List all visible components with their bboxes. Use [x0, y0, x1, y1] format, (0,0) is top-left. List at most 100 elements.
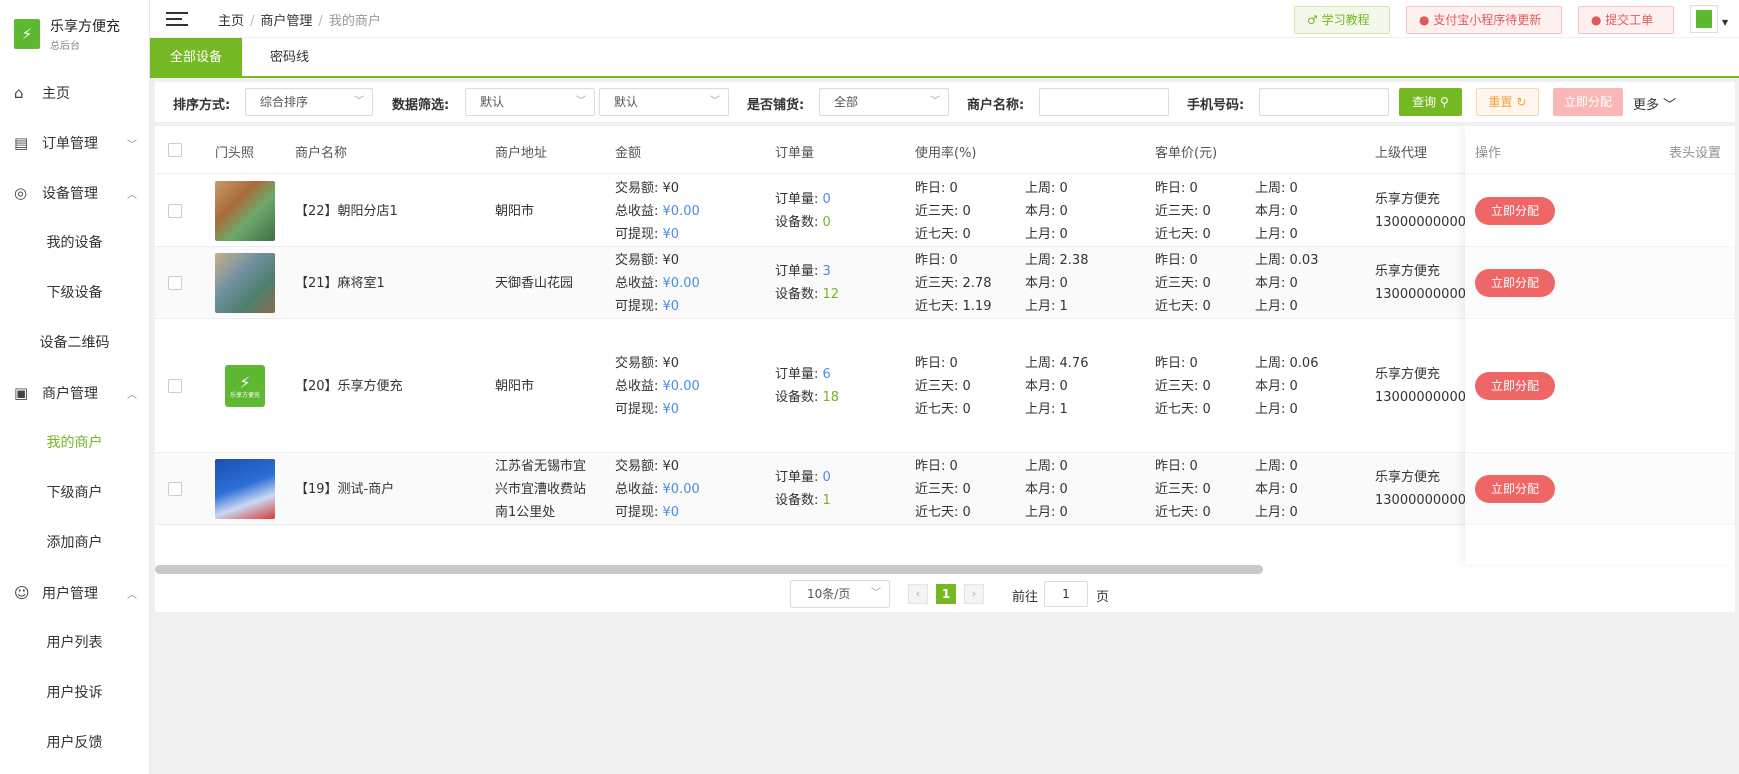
- price-lastmonth-label: 上月:: [1255, 298, 1286, 314]
- order-count-value[interactable]: 3: [823, 264, 831, 279]
- page-number-current[interactable]: 1: [936, 584, 956, 604]
- next-page-button[interactable]: ›: [964, 584, 984, 604]
- sidebar-item-label: 商户管理: [42, 386, 98, 402]
- order-count-value[interactable]: 0: [823, 192, 831, 207]
- assign-now-button[interactable]: 立即分配: [1475, 372, 1555, 400]
- caret-down-icon[interactable]: ▼: [1722, 18, 1728, 27]
- breadcrumb-home[interactable]: 主页: [218, 14, 244, 29]
- usage-3days-label: 近三天:: [915, 378, 959, 394]
- data-filter-select-2[interactable]: 默认 ﹀: [599, 88, 729, 116]
- usage-lastweek: 2.38: [1059, 252, 1089, 268]
- merchant-address: 天御香山花园: [495, 275, 574, 291]
- chevron-down-icon: ﹀: [127, 139, 137, 151]
- menu-toggle-icon[interactable]: [166, 8, 188, 28]
- more-dropdown[interactable]: 更多 ﹀: [1633, 94, 1676, 113]
- sidebar-item-home[interactable]: ⌂ 主页: [0, 68, 149, 118]
- sidebar-subitem-my-merchants[interactable]: 我的商户: [0, 418, 149, 468]
- device-count-value[interactable]: 12: [823, 287, 840, 302]
- assign-button[interactable]: 立即分配: [1553, 88, 1623, 116]
- merchant-name[interactable]: 【22】朝阳分店1: [295, 200, 398, 223]
- sidebar-subitem-device-qr[interactable]: 设备二维码: [0, 318, 149, 368]
- sidebar-item-devices[interactable]: ◎ 设备管理 ︿: [0, 168, 149, 218]
- storefront-photo[interactable]: [215, 459, 275, 519]
- storefront-photo[interactable]: [215, 181, 275, 241]
- order-count-value[interactable]: 6: [823, 367, 831, 382]
- sidebar-subitem-sub-merchants[interactable]: 下级商户: [0, 468, 149, 518]
- row-checkbox[interactable]: [168, 379, 182, 393]
- withdrawable-label: 可提现:: [615, 504, 659, 520]
- chevron-up-icon: ︿: [127, 389, 137, 401]
- select-all-checkbox[interactable]: [168, 143, 182, 157]
- price-cell-2: 上周: 0 本月: 0 上月: 0: [1255, 455, 1298, 524]
- sidebar-item-users[interactable]: ☺ 用户管理 ︿: [0, 568, 149, 618]
- usage-yesterday-label: 昨日:: [915, 458, 946, 474]
- page-size-select[interactable]: 10条/页 ﹀: [790, 580, 890, 608]
- brand[interactable]: ⚡ 乐享方便充 总后台: [0, 0, 149, 68]
- sidebar-subitem-user-complaints[interactable]: 用户投诉: [0, 668, 149, 718]
- price-month-label: 本月:: [1255, 378, 1286, 394]
- device-count-value[interactable]: 1: [823, 493, 831, 508]
- usage-7days: 0: [962, 401, 971, 417]
- storefront-photo[interactable]: ⚡ 乐享方便充: [215, 356, 275, 416]
- usage-yesterday: 0: [949, 180, 958, 196]
- usage-3days: 2.78: [962, 275, 992, 291]
- row-checkbox[interactable]: [168, 204, 182, 218]
- device-count-value[interactable]: 0: [823, 215, 831, 230]
- usage-cell-2: 上周: 0 本月: 0 上月: 0: [1025, 455, 1068, 524]
- merchant-name-input[interactable]: [1039, 88, 1169, 116]
- goto-page-input[interactable]: 1: [1044, 581, 1088, 607]
- submit-ticket-button[interactable]: ● 提交工单: [1578, 6, 1674, 34]
- usage-month-label: 本月:: [1025, 481, 1056, 497]
- price-lastweek-label: 上周:: [1255, 180, 1286, 196]
- alert-icon: ●: [1419, 13, 1434, 27]
- sidebar-subitem-my-devices[interactable]: 我的设备: [0, 218, 149, 268]
- avatar[interactable]: [1690, 5, 1718, 33]
- sidebar-subitem-sub-devices[interactable]: 下级设备: [0, 268, 149, 318]
- sort-select[interactable]: 综合排序 ﹀: [245, 88, 373, 116]
- tab-password-line[interactable]: 密码线: [250, 38, 329, 78]
- query-button[interactable]: 查询 ⚲: [1399, 88, 1462, 116]
- assign-now-button[interactable]: 立即分配: [1475, 475, 1555, 503]
- price-cell: 昨日: 0 近三天: 0 近七天: 0: [1155, 455, 1211, 524]
- price-month-label: 本月:: [1255, 275, 1286, 291]
- breadcrumb-section[interactable]: 商户管理: [260, 14, 312, 29]
- orders-cell: 订单量: 0 设备数: 1: [775, 466, 831, 512]
- merchant-name[interactable]: 【20】乐享方便充: [295, 375, 403, 398]
- sidebar-subitem-add-merchant[interactable]: 添加商户: [0, 518, 149, 568]
- price-month: 0: [1289, 481, 1298, 497]
- merchant-name[interactable]: 【19】测试-商户: [295, 478, 394, 501]
- sidebar-item-merchants[interactable]: ▣ 商户管理 ︿: [0, 368, 149, 418]
- alipay-update-button[interactable]: ● 支付宝小程序待更新: [1406, 6, 1562, 34]
- agent-name: 乐享方便充: [1375, 264, 1441, 279]
- phone-input[interactable]: [1259, 88, 1389, 116]
- price-7days-label: 近七天:: [1155, 298, 1199, 314]
- order-count-value[interactable]: 0: [823, 470, 831, 485]
- sidebar-item-orders[interactable]: ▤ 订单管理 ﹀: [0, 118, 149, 168]
- reset-button[interactable]: 重置 ↻: [1476, 88, 1539, 116]
- price-3days: 0: [1202, 481, 1211, 497]
- sidebar-subitem-user-list[interactable]: 用户列表: [0, 618, 149, 668]
- usage-3days: 0: [962, 203, 971, 219]
- storefront-photo[interactable]: [215, 253, 275, 313]
- data-filter-select-1[interactable]: 默认 ﹀: [465, 88, 595, 116]
- sidebar-subitem-user-feedback[interactable]: 用户反馈: [0, 718, 149, 768]
- price-yesterday-label: 昨日:: [1155, 458, 1186, 474]
- assign-now-button[interactable]: 立即分配: [1475, 269, 1555, 297]
- learn-button[interactable]: ♂ 学习教程: [1294, 6, 1390, 34]
- revenue-value: ¥0.00: [662, 481, 700, 497]
- withdrawable-value: ¥0: [662, 401, 680, 417]
- assign-now-button[interactable]: 立即分配: [1475, 197, 1555, 225]
- tab-all-devices[interactable]: 全部设备: [150, 38, 243, 78]
- merchant-name[interactable]: 【21】麻将室1: [295, 272, 385, 295]
- horizontal-scrollbar[interactable]: [155, 565, 1263, 574]
- chevron-down-icon: ﹀: [1663, 98, 1677, 113]
- row-checkbox[interactable]: [168, 482, 182, 496]
- prev-page-button[interactable]: ‹: [908, 584, 928, 604]
- stock-label: 是否铺货:: [747, 98, 805, 113]
- row-checkbox[interactable]: [168, 276, 182, 290]
- device-count-value[interactable]: 18: [823, 390, 840, 405]
- stock-select[interactable]: 全部 ﹀: [819, 88, 949, 116]
- sidebar-item-label: 设备管理: [42, 186, 98, 202]
- revenue-value: ¥0.00: [662, 378, 700, 394]
- trade-value: ¥0: [662, 458, 680, 474]
